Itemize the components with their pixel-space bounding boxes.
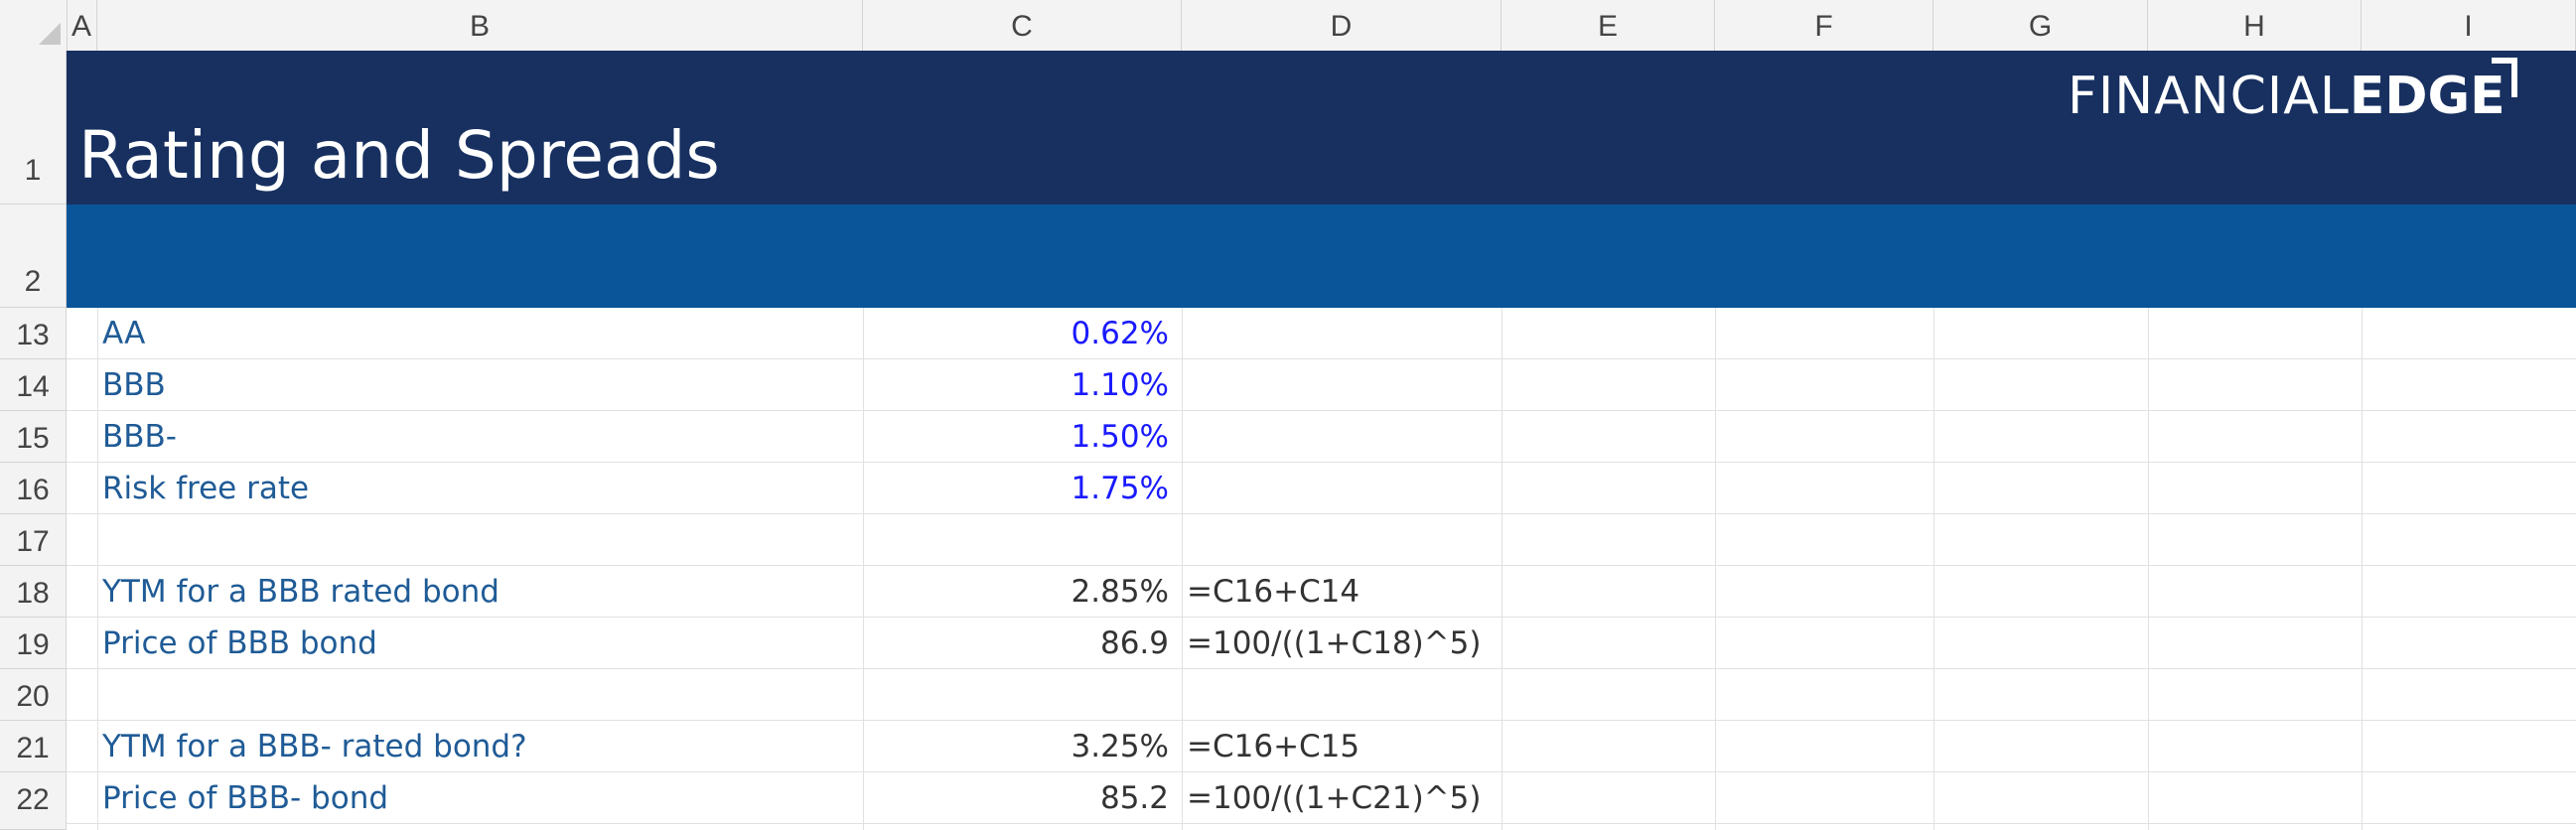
gridline <box>1502 308 1503 830</box>
cell-c21[interactable]: 3.25% <box>866 721 1169 772</box>
column-header-b[interactable]: B <box>97 0 863 51</box>
row-header-18[interactable]: 18 <box>0 566 67 618</box>
gridline <box>2361 308 2362 830</box>
row-header-20[interactable]: 20 <box>0 669 67 721</box>
gridline <box>2148 308 2149 830</box>
row-header-19[interactable]: 19 <box>0 618 67 669</box>
subtitle-band <box>67 205 2576 308</box>
row-header-16[interactable]: 16 <box>0 463 67 514</box>
gridline <box>863 308 864 830</box>
column-header-row: A B C D E F G H I <box>0 0 2576 52</box>
gridline <box>67 513 2576 514</box>
cell-d21[interactable]: =C16+C15 <box>1187 721 1360 772</box>
cell-c16[interactable]: 1.75% <box>866 463 1169 514</box>
row-header-21[interactable]: 21 <box>0 721 67 772</box>
gridline <box>1715 308 1716 830</box>
column-header-d[interactable]: D <box>1182 0 1502 51</box>
column-header-c[interactable]: C <box>863 0 1182 51</box>
cell-c18[interactable]: 2.85% <box>866 566 1169 618</box>
cell-b22[interactable]: Price of BBB- bond <box>102 772 388 824</box>
column-header-h[interactable]: H <box>2148 0 2361 51</box>
row-header-14[interactable]: 14 <box>0 359 67 411</box>
cell-grid: AA 0.62% BBB 1.10% BBB- 1.50% Risk free … <box>67 308 2576 830</box>
cell-d22[interactable]: =100/((1+C21)^5) <box>1187 772 1481 824</box>
cell-b13[interactable]: AA <box>102 308 145 359</box>
gridline <box>67 462 2576 463</box>
logo-text-light: FINANCIAL <box>2068 67 2350 126</box>
cell-b15[interactable]: BBB- <box>102 411 177 463</box>
cell-c22[interactable]: 85.2 <box>866 772 1169 824</box>
row-header-1[interactable]: 1 <box>0 51 67 205</box>
gridline <box>67 358 2576 359</box>
row-header-22[interactable]: 22 <box>0 772 67 830</box>
cell-b21[interactable]: YTM for a BBB- rated bond? <box>102 721 527 772</box>
gridline <box>1182 308 1183 830</box>
column-header-g[interactable]: G <box>1933 0 2148 51</box>
spreadsheet: A B C D E F G H I 1 2 13 14 15 16 17 18 … <box>0 0 2576 830</box>
cell-b14[interactable]: BBB <box>102 359 166 411</box>
gridline <box>67 410 2576 411</box>
gridline <box>97 308 98 830</box>
column-header-e[interactable]: E <box>1502 0 1715 51</box>
row-header-15[interactable]: 15 <box>0 411 67 463</box>
cell-c13[interactable]: 0.62% <box>866 308 1169 359</box>
sheet-title[interactable]: Rating and Spreads <box>78 117 720 194</box>
cell-c14[interactable]: 1.10% <box>866 359 1169 411</box>
gridline <box>1933 308 1934 830</box>
cell-b16[interactable]: Risk free rate <box>102 463 309 514</box>
cell-d18[interactable]: =C16+C14 <box>1187 566 1360 618</box>
financial-edge-logo: FINANCIALEDGE <box>2068 58 2517 126</box>
row-header-17[interactable]: 17 <box>0 514 67 566</box>
cell-b19[interactable]: Price of BBB bond <box>102 618 377 669</box>
select-all-corner[interactable] <box>0 0 68 51</box>
cell-c19[interactable]: 86.9 <box>866 618 1169 669</box>
column-header-a[interactable]: A <box>67 0 97 51</box>
column-header-i[interactable]: I <box>2361 0 2576 51</box>
row-header-13[interactable]: 13 <box>0 308 67 359</box>
row-header-2[interactable]: 2 <box>0 205 67 308</box>
cell-c15[interactable]: 1.50% <box>866 411 1169 463</box>
cell-d19[interactable]: =100/((1+C18)^5) <box>1187 618 1481 669</box>
logo-text-bold: EDGE <box>2349 67 2505 126</box>
column-header-f[interactable]: F <box>1715 0 1933 51</box>
cell-b18[interactable]: YTM for a BBB rated bond <box>102 566 500 618</box>
logo-corner-icon <box>2491 58 2517 97</box>
